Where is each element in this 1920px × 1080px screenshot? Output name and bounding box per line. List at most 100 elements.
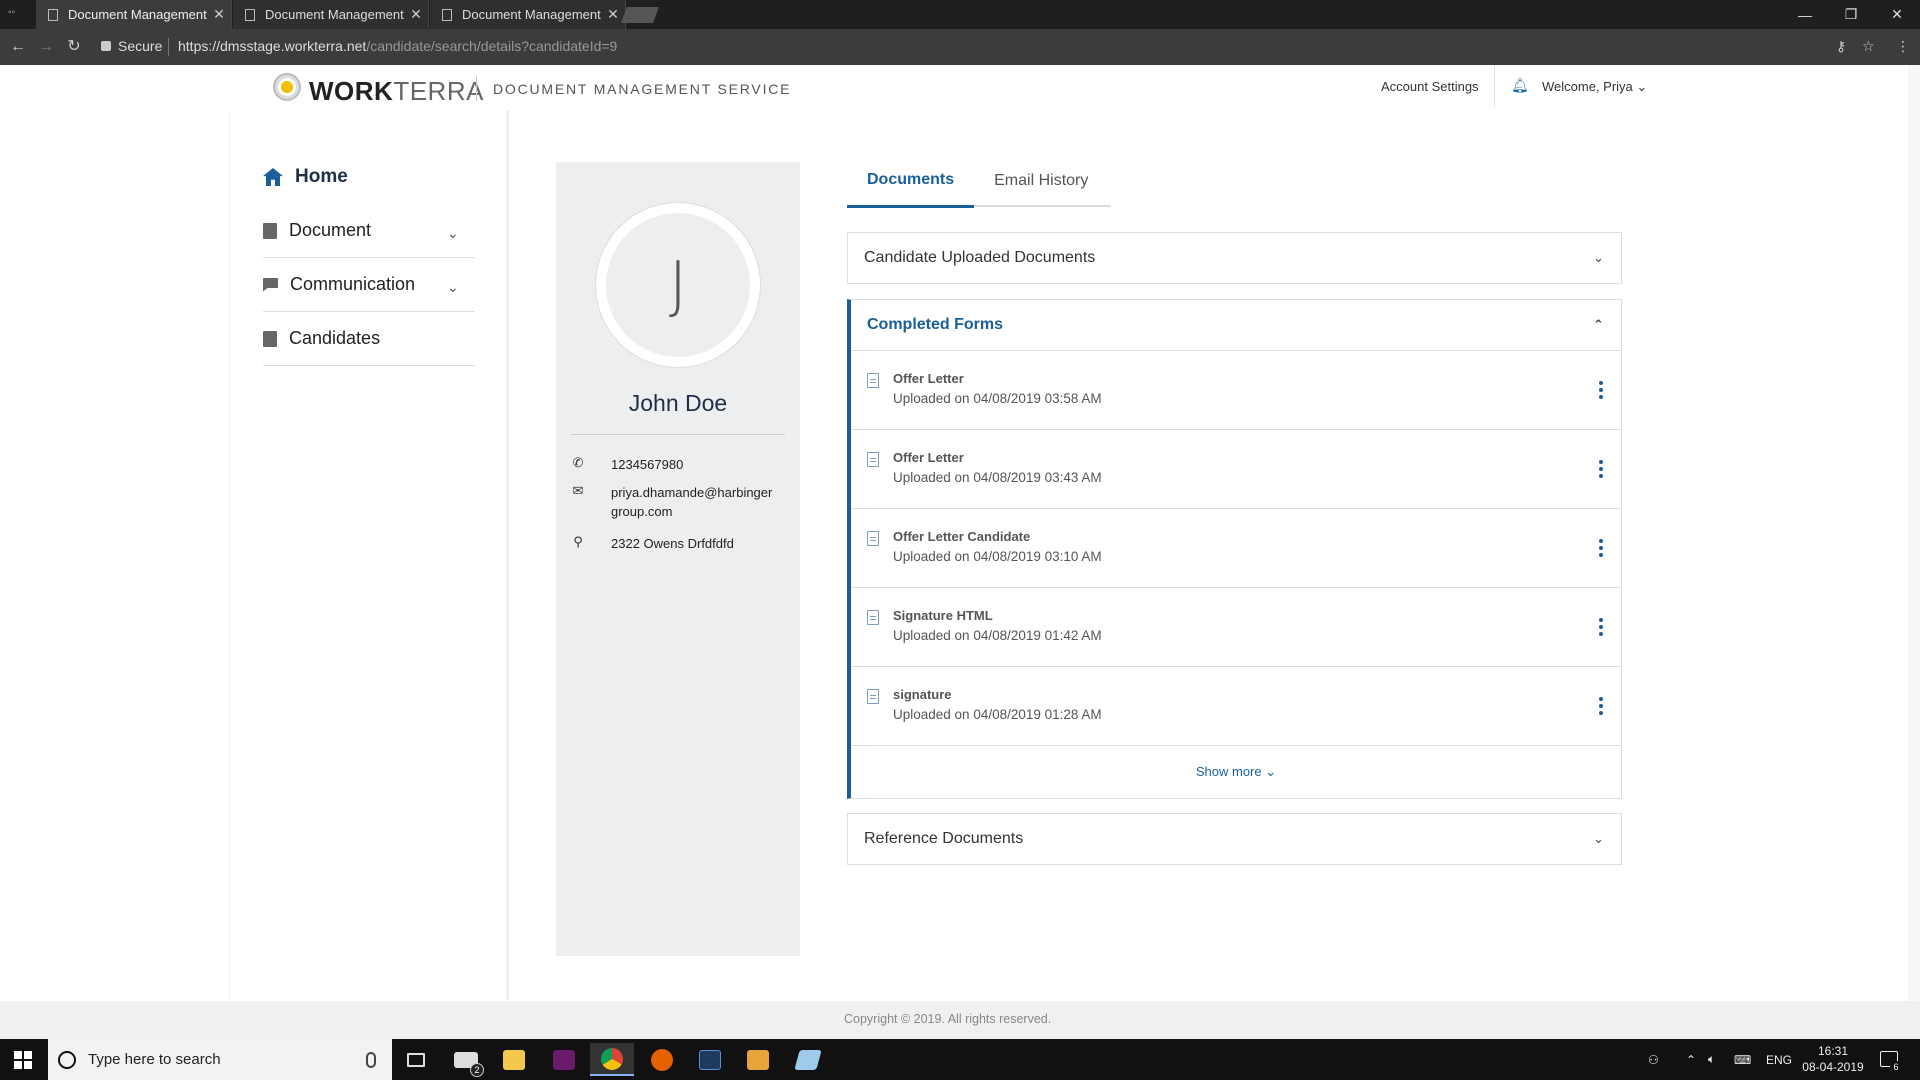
- sidebar-item-document[interactable]: Document ⌄: [263, 204, 475, 258]
- phone-icon: ✆: [572, 455, 584, 470]
- document-name[interactable]: signature: [893, 687, 1621, 702]
- media-player-icon[interactable]: [736, 1043, 780, 1076]
- chevron-up-icon[interactable]: ⌃: [1686, 1039, 1696, 1080]
- sidebar-item-candidates[interactable]: Candidates: [263, 312, 475, 366]
- bell-icon[interactable]: 🔔︎: [1511, 77, 1529, 93]
- browser-tab[interactable]: Document Management ✕: [36, 0, 232, 29]
- file-explorer-icon[interactable]: [492, 1043, 536, 1076]
- url-path: /candidate/search/details?candidateId=9: [366, 38, 618, 54]
- keyboard-icon[interactable]: ⌨: [1734, 1039, 1751, 1080]
- divider: [571, 434, 785, 435]
- lock-icon: [101, 41, 111, 51]
- more-vert-icon[interactable]: [1599, 618, 1603, 636]
- tab-title: Document Management: [265, 7, 404, 22]
- sidebar-item-label: Document: [289, 220, 372, 240]
- sidebar-item-label: Candidates: [289, 328, 381, 348]
- more-vert-icon[interactable]: [1599, 697, 1603, 715]
- phone-value: 1234567980: [611, 457, 684, 472]
- close-icon[interactable]: ✕: [207, 6, 231, 23]
- microphone-icon[interactable]: [366, 1051, 376, 1068]
- volume-icon[interactable]: 🔈︎: [1708, 1039, 1715, 1080]
- upload-date: Uploaded on 04/08/2019 01:42 AM: [893, 628, 1102, 643]
- more-vert-icon[interactable]: [1599, 381, 1603, 399]
- chrome-icon[interactable]: [590, 1043, 634, 1076]
- browser-tab[interactable]: Document Management ✕: [233, 0, 429, 29]
- document-name[interactable]: Offer Letter Candidate: [893, 529, 1621, 544]
- panel-header[interactable]: Completed Forms ⌃: [851, 300, 1621, 351]
- copyright-text: Copyright © 2019. All rights reserved.: [844, 1012, 1052, 1026]
- sidebar-item-home[interactable]: Home: [263, 150, 475, 204]
- star-icon[interactable]: ☆: [1862, 38, 1875, 55]
- url-field[interactable]: https://dmsstage.workterra.net/candidate…: [178, 38, 617, 54]
- sidebar-item-label: Home: [295, 166, 348, 187]
- more-vert-icon[interactable]: ⋮: [1896, 38, 1910, 55]
- chevron-up-icon: ⌃: [1593, 317, 1604, 332]
- secure-label: Secure: [118, 38, 163, 54]
- new-tab-button[interactable]: [621, 7, 659, 23]
- document-icon: [263, 222, 277, 239]
- forward-arrow-icon[interactable]: →: [36, 37, 56, 57]
- more-vert-icon[interactable]: [1599, 539, 1603, 557]
- language-indicator[interactable]: ENG: [1766, 1039, 1792, 1080]
- close-icon[interactable]: ✕: [404, 6, 428, 23]
- close-window-icon[interactable]: ✕: [1874, 0, 1920, 29]
- back-arrow-icon[interactable]: ←: [8, 37, 28, 57]
- chevron-down-icon: ⌄: [1593, 250, 1604, 265]
- candidate-uploaded-documents-panel: Candidate Uploaded Documents ⌄: [847, 232, 1622, 284]
- show-more-button[interactable]: Show more ⌄: [851, 746, 1621, 798]
- account-settings-link[interactable]: Account Settings: [1381, 79, 1479, 94]
- sidebar: Home Document ⌄ Communication ⌄ Candidat…: [263, 150, 475, 366]
- service-name: DOCUMENT MANAGEMENT SERVICE: [493, 81, 792, 97]
- reload-icon[interactable]: ↻: [64, 37, 84, 57]
- clock[interactable]: 16:31 08-04-2019: [1800, 1043, 1866, 1075]
- upload-date: Uploaded on 04/08/2019 03:10 AM: [893, 549, 1102, 564]
- minimize-icon[interactable]: —: [1782, 0, 1828, 29]
- welcome-label: Welcome, Priya: [1542, 79, 1633, 94]
- windows-start-icon[interactable]: [14, 1051, 32, 1069]
- taskbar-search[interactable]: Type here to search: [48, 1039, 392, 1080]
- candidate-profile-card: J John Doe ✆ 1234567980 ✉ priya.dhamande…: [556, 162, 800, 956]
- page-icon: [48, 8, 58, 21]
- email-value[interactable]: priya.dhamande@harbingergroup.com: [611, 483, 776, 521]
- more-vert-icon[interactable]: [1599, 460, 1603, 478]
- visual-studio-icon[interactable]: [688, 1043, 732, 1076]
- people-icon[interactable]: ⚇: [1648, 1039, 1659, 1080]
- file-icon: [867, 689, 879, 704]
- list-item: Offer Letter Uploaded on 04/08/2019 03:4…: [851, 430, 1621, 509]
- list-item: Signature HTML Uploaded on 04/08/2019 01…: [851, 588, 1621, 667]
- document-name[interactable]: Signature HTML: [893, 608, 1621, 623]
- panel-title: Completed Forms: [867, 316, 1004, 333]
- user-menu[interactable]: Welcome, Priya ⌄: [1542, 79, 1647, 95]
- notepad-icon[interactable]: [786, 1043, 830, 1076]
- avatar-ring: J: [595, 202, 761, 368]
- upload-date: Uploaded on 04/08/2019 01:28 AM: [893, 707, 1102, 722]
- page-icon: [245, 8, 255, 21]
- sidebar-item-label: Communication: [290, 274, 416, 294]
- scrollbar[interactable]: [1908, 65, 1920, 1039]
- workterra-logo-icon: [273, 73, 301, 101]
- logo[interactable]: WORKTERRA: [309, 76, 484, 107]
- mail-app-icon[interactable]: 2: [444, 1043, 488, 1077]
- sidebar-item-communication[interactable]: Communication ⌄: [263, 258, 475, 312]
- url-host: https://dmsstage.workterra.net: [178, 38, 367, 54]
- clock-time: 16:31: [1817, 1044, 1849, 1058]
- slack-icon[interactable]: [542, 1043, 586, 1076]
- restore-icon[interactable]: ❐: [1828, 0, 1874, 29]
- key-icon[interactable]: ⚷: [1836, 38, 1846, 55]
- tab-email-history[interactable]: Email History: [974, 155, 1108, 207]
- mail-badge: 2: [470, 1063, 484, 1077]
- tab-documents[interactable]: Documents: [847, 155, 975, 208]
- list-item: Offer Letter Candidate Uploaded on 04/08…: [851, 509, 1621, 588]
- task-view-icon[interactable]: [394, 1043, 438, 1076]
- panel-header[interactable]: Candidate Uploaded Documents ⌄: [848, 233, 1621, 283]
- window-menu-icon[interactable]: ◦◦: [8, 7, 24, 21]
- browser-tab[interactable]: Document Management ✕: [430, 0, 626, 29]
- tab-title: Document Management: [68, 7, 207, 22]
- home-icon: [263, 168, 283, 186]
- firefox-icon[interactable]: [640, 1043, 684, 1076]
- document-name[interactable]: Offer Letter: [893, 371, 1621, 386]
- panel-header[interactable]: Reference Documents ⌄: [848, 814, 1621, 864]
- tab-title: Document Management: [462, 7, 601, 22]
- divider: [476, 75, 477, 101]
- document-name[interactable]: Offer Letter: [893, 450, 1621, 465]
